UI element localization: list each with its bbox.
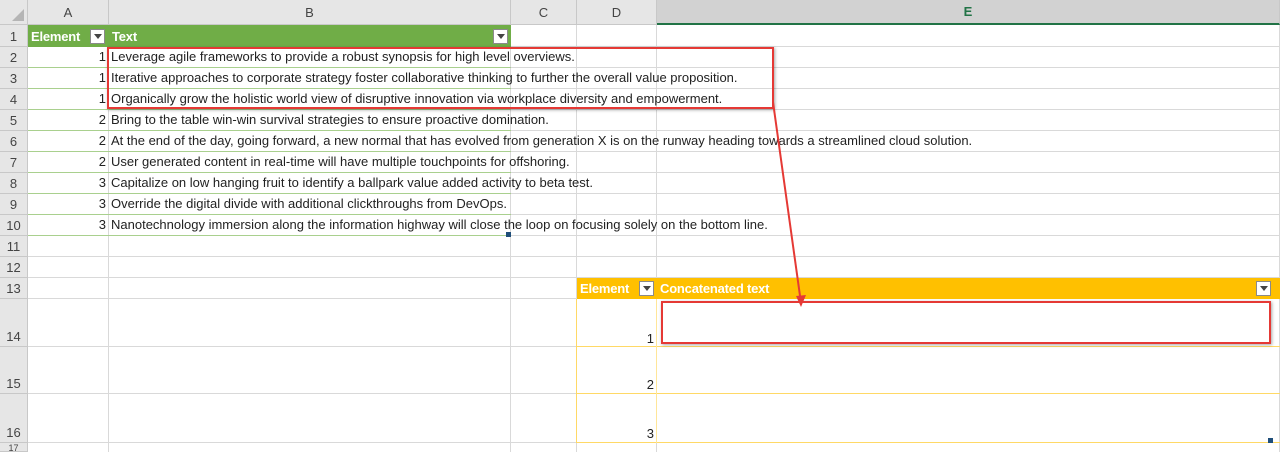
arrow-line (772, 101, 802, 304)
annotation-arrow (772, 101, 806, 307)
spreadsheet-grid[interactable]: A B C D E 1 2 3 4 5 6 7 8 9 10 11 12 13 … (0, 0, 1280, 452)
arrow-head-icon (796, 295, 806, 307)
